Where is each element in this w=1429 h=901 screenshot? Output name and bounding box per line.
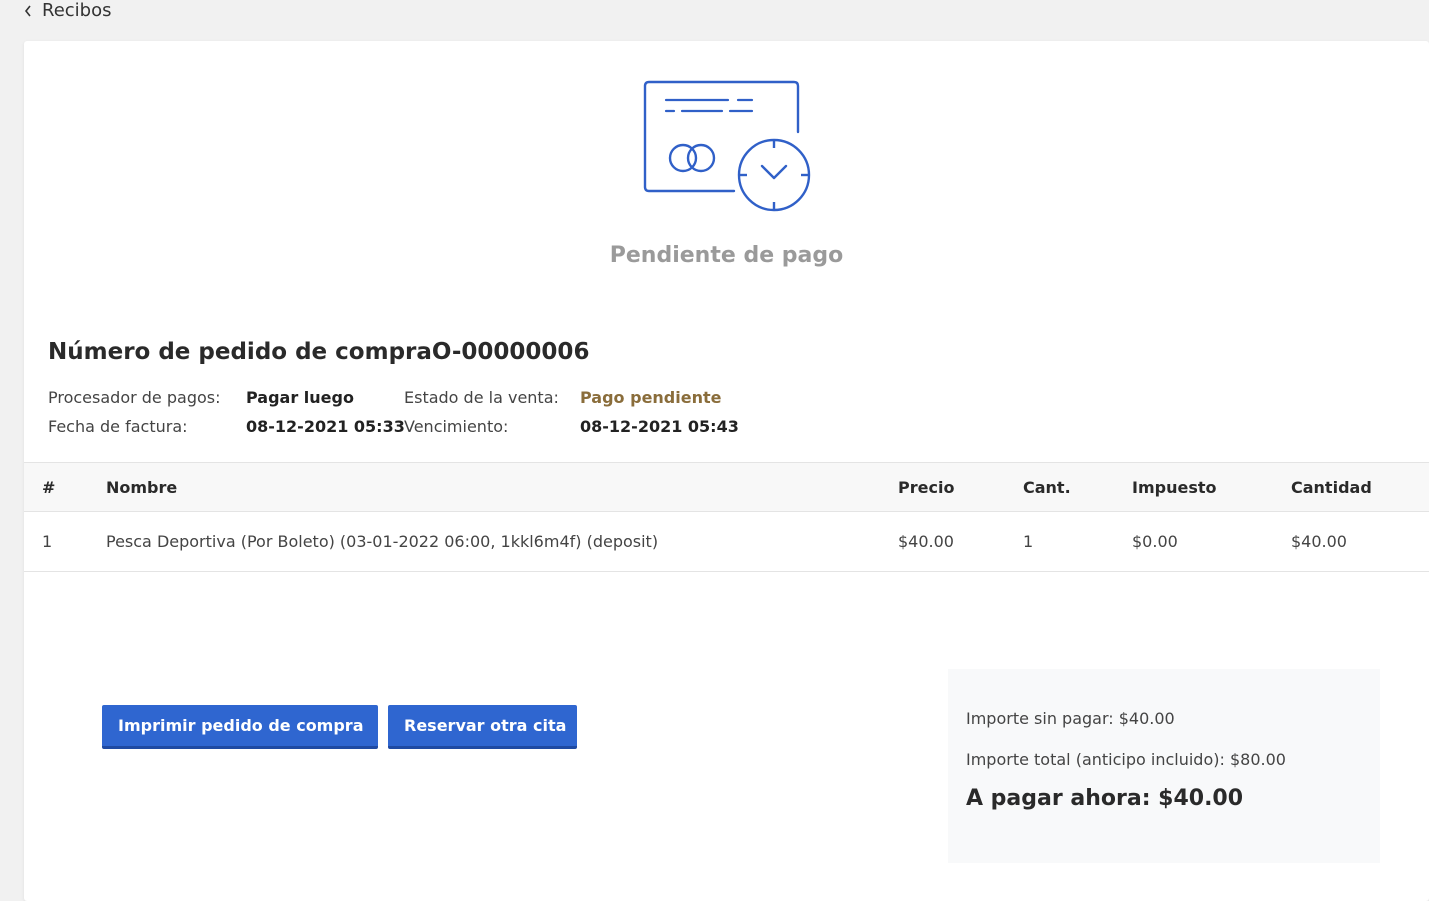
- print-purchase-order-button[interactable]: Imprimir pedido de compra: [102, 705, 378, 749]
- header-amount: Cantidad: [1291, 477, 1372, 497]
- back-to-receipts-link[interactable]: Recibos: [24, 0, 112, 21]
- order-meta-values-left: Pagar luego 08-12-2021 05:33: [246, 383, 405, 441]
- book-another-appointment-button[interactable]: Reservar otra cita: [388, 705, 577, 749]
- card-clock-icon: [643, 80, 811, 212]
- header-number: #: [42, 477, 56, 497]
- order-items-table: # Nombre Precio Cant. Impuesto Cantidad …: [24, 462, 1429, 572]
- invoice-date-value: 08-12-2021 05:33: [246, 417, 405, 436]
- sale-status-value: Pago pendiente: [580, 388, 722, 407]
- row-price: $40.00: [898, 532, 954, 551]
- row-tax: $0.00: [1132, 532, 1178, 551]
- due-date-label: Vencimiento:: [404, 417, 509, 436]
- header-tax: Impuesto: [1132, 477, 1217, 497]
- order-meta-labels-right: Estado de la venta: Vencimiento:: [404, 383, 559, 441]
- header-quantity: Cant.: [1023, 477, 1071, 497]
- payment-processor-value: Pagar luego: [246, 388, 354, 407]
- back-link-label: Recibos: [42, 0, 112, 21]
- order-meta-labels-left: Procesador de pagos: Fecha de factura:: [48, 383, 221, 441]
- row-amount: $40.00: [1291, 532, 1347, 551]
- payment-processor-label: Procesador de pagos:: [48, 388, 221, 407]
- order-number-title: Número de pedido de compraO-00000006: [48, 339, 590, 365]
- pay-now-amount: A pagar ahora: $40.00: [966, 786, 1244, 811]
- header-name: Nombre: [106, 477, 178, 497]
- unpaid-amount: Importe sin pagar: $40.00: [966, 709, 1175, 728]
- receipt-card: Pendiente de pago Número de pedido de co…: [24, 41, 1429, 901]
- table-header-row: # Nombre Precio Cant. Impuesto Cantidad: [24, 462, 1429, 512]
- payment-summary: Importe sin pagar: $40.00 Importe total …: [948, 669, 1380, 863]
- sale-status-label: Estado de la venta:: [404, 388, 559, 407]
- order-meta-values-right: Pago pendiente 08-12-2021 05:43: [580, 383, 739, 441]
- payment-status-title: Pendiente de pago: [609, 243, 844, 268]
- row-name: Pesca Deportiva (Por Boleto) (03-01-2022…: [106, 532, 659, 551]
- header-price: Precio: [898, 477, 955, 497]
- table-row: 1 Pesca Deportiva (Por Boleto) (03-01-20…: [24, 512, 1429, 572]
- chevron-left-icon: [24, 5, 31, 16]
- due-date-value: 08-12-2021 05:43: [580, 417, 739, 436]
- row-quantity: 1: [1023, 532, 1034, 551]
- total-amount: Importe total (anticipo incluido): $80.0…: [966, 750, 1286, 769]
- row-number: 1: [42, 532, 53, 551]
- invoice-date-label: Fecha de factura:: [48, 417, 188, 436]
